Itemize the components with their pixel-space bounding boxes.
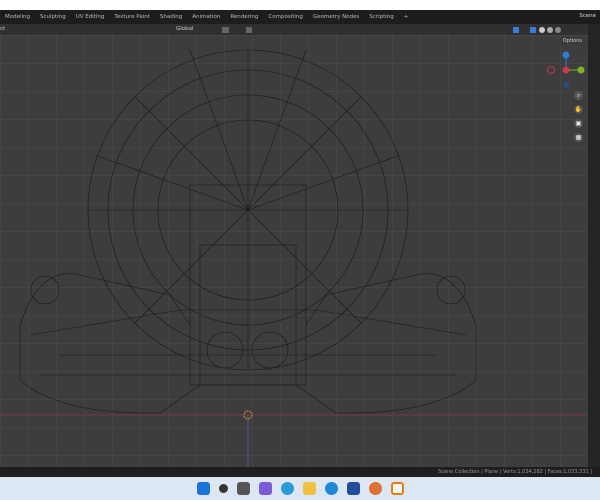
wireframe-shading-icon[interactable] xyxy=(530,27,536,33)
tab-shading[interactable]: Shading xyxy=(155,14,187,20)
windows-taskbar xyxy=(0,477,600,500)
store-icon[interactable] xyxy=(346,482,360,495)
scene-stats: Scene Collection | Plane | Verts:1,034,2… xyxy=(437,469,592,475)
chat-icon[interactable] xyxy=(258,482,272,495)
tab-rendering[interactable]: Rendering xyxy=(225,14,263,20)
snap-icon[interactable] xyxy=(222,27,229,33)
tab-uv-editing[interactable]: UV Editing xyxy=(71,14,110,20)
task-view-icon[interactable] xyxy=(236,482,250,495)
header-label: ct xyxy=(0,26,6,32)
workspace-tabs: Modeling Sculpting UV Editing Texture Pa… xyxy=(0,10,600,24)
viewport-header: ct Global xyxy=(0,24,588,35)
camera-icon[interactable]: ▣ xyxy=(574,119,583,128)
render-shading-icon[interactable] xyxy=(555,27,561,33)
navigation-gizmo[interactable] xyxy=(547,51,587,91)
overlay-icon[interactable] xyxy=(513,27,519,33)
status-bar: Scene Collection | Plane | Verts:1,034,2… xyxy=(0,467,600,477)
tab-sculpting[interactable]: Sculpting xyxy=(35,14,71,20)
tab-animation[interactable]: Animation xyxy=(187,14,225,20)
edge-icon[interactable] xyxy=(280,482,294,495)
orientation-dropdown[interactable]: Global xyxy=(176,26,194,32)
tab-scripting[interactable]: Scripting xyxy=(364,14,398,20)
blender-icon[interactable] xyxy=(390,482,404,495)
material-shading-icon[interactable] xyxy=(547,27,553,33)
tab-texture-paint[interactable]: Texture Paint xyxy=(109,14,155,20)
solid-shading-icon[interactable] xyxy=(539,27,545,33)
tab-compositing[interactable]: Compositing xyxy=(263,14,307,20)
3d-viewport[interactable]: Options ⌕ ✋ ▣ ▦ xyxy=(0,35,588,467)
grid-view-icon[interactable]: ▦ xyxy=(574,133,583,142)
window-top xyxy=(0,0,600,10)
properties-tab-strip[interactable] xyxy=(588,24,600,467)
tab-modeling[interactable]: Modeling xyxy=(0,14,35,20)
file-explorer-icon[interactable] xyxy=(302,482,316,495)
zoom-icon[interactable]: ⌕ xyxy=(574,91,583,100)
chrome-icon[interactable] xyxy=(368,482,382,495)
add-workspace-button[interactable]: + xyxy=(399,14,414,20)
edge-browser-icon[interactable] xyxy=(324,482,338,495)
tab-geometry-nodes[interactable]: Geometry Nodes xyxy=(308,14,364,20)
proportional-icon[interactable] xyxy=(246,27,252,33)
scene-selector[interactable]: Scene xyxy=(579,13,596,19)
wireframe-model xyxy=(0,49,588,467)
search-icon[interactable] xyxy=(218,484,228,493)
pan-hand-icon[interactable]: ✋ xyxy=(574,105,583,114)
start-icon[interactable] xyxy=(196,482,210,495)
